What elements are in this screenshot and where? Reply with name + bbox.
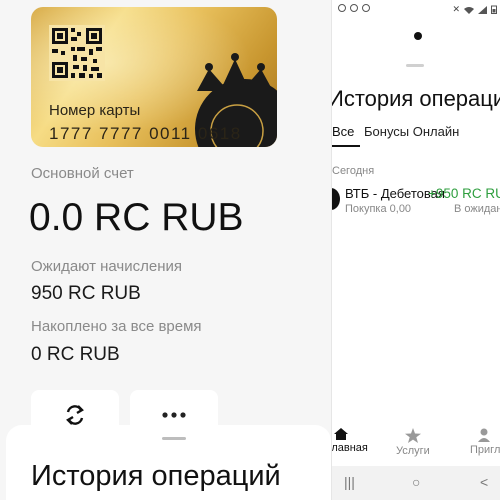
nav-services[interactable]: Услуги [396, 428, 430, 457]
history-tabs: Все Бонусы Онлайн [332, 124, 500, 148]
nav-main[interactable]: Главная [331, 428, 368, 454]
wifi-icon [464, 6, 474, 14]
home-button[interactable]: ○ [412, 474, 420, 490]
history-title: История операций [331, 86, 500, 111]
star-icon [404, 428, 421, 443]
transaction-status: В ожидании [454, 203, 500, 215]
back-button[interactable]: < [480, 474, 488, 490]
whatsapp-icon [338, 4, 346, 12]
transaction-amount: +950 RC RUB [428, 186, 500, 201]
status-bar: ✕ [332, 0, 500, 20]
battery-icon [491, 5, 497, 14]
pending-label: Ожидают начисления [31, 258, 183, 275]
music-icon [362, 4, 370, 12]
card-number-label: Номер карты [49, 102, 141, 119]
date-group-label: Сегодня [332, 165, 375, 177]
tab-bonus-online[interactable]: Бонусы Онлайн [364, 124, 459, 139]
history-sheet-title: История операций [31, 460, 281, 492]
accumulated-value: 0 RC RUB [31, 344, 120, 365]
mute-icon: ✕ [452, 4, 460, 14]
qr-code-icon [49, 25, 105, 81]
refresh-arrows-icon [66, 405, 84, 425]
phone-icon [350, 4, 358, 12]
card-number: 1777 7777 0011 0618 [49, 124, 242, 143]
transaction-row[interactable]: ВТБ - Дебетовая Покупка 0,00 +950 RC RUB… [332, 186, 500, 222]
main-account-balance: 0.0 RC RUB [29, 196, 244, 239]
history-panel: ✕ История операций Все Бонусы Онлайн Сег… [331, 0, 500, 500]
tab-all[interactable]: Все [332, 124, 361, 147]
system-navigation-bar: ||| ○ < [332, 466, 500, 500]
sheet-drag-handle[interactable] [406, 64, 424, 67]
pending-value: 950 RC RUB [31, 283, 141, 304]
bottom-navigation: Главная Услуги Пригласить [332, 428, 500, 464]
account-panel: Номер карты 1777 7777 0011 0618 Основной… [0, 0, 331, 500]
nav-invite[interactable]: Пригласить [470, 428, 500, 456]
nav-services-label: Услуги [396, 445, 430, 457]
home-icon [334, 428, 348, 440]
bank-logo-icon [332, 188, 340, 210]
nav-invite-label: Пригласить [470, 444, 500, 456]
history-sheet[interactable]: История операций [6, 425, 331, 500]
main-account-label: Основной счет [31, 165, 134, 182]
person-icon [478, 428, 490, 442]
signal-icon [478, 5, 487, 14]
more-dots-icon [162, 412, 186, 418]
accumulated-label: Накоплено за все время [31, 318, 202, 335]
transaction-subtitle: Покупка 0,00 [345, 203, 412, 215]
sheet-drag-handle[interactable] [162, 437, 186, 440]
nav-main-label: Главная [331, 442, 368, 454]
camera-dot [414, 32, 422, 40]
loyalty-card[interactable]: Номер карты 1777 7777 0011 0618 [31, 7, 277, 147]
recent-apps-button[interactable]: ||| [344, 474, 355, 490]
